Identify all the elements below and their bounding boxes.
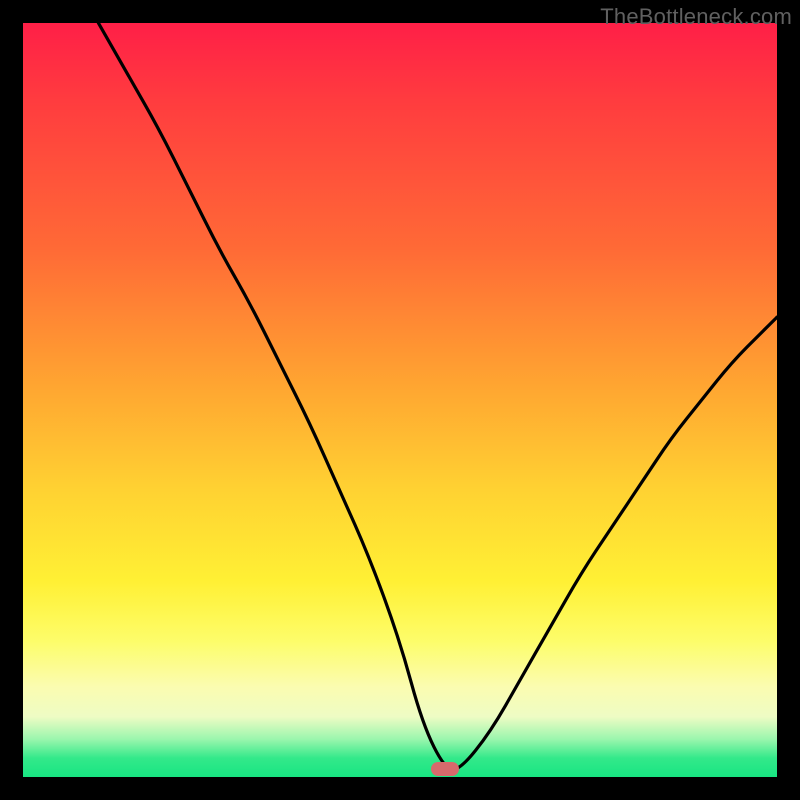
plot-area <box>23 23 777 777</box>
bottleneck-curve <box>23 23 777 777</box>
watermark-text: TheBottleneck.com <box>600 4 792 30</box>
chart-frame: TheBottleneck.com <box>0 0 800 800</box>
optimal-point-marker <box>431 762 459 776</box>
